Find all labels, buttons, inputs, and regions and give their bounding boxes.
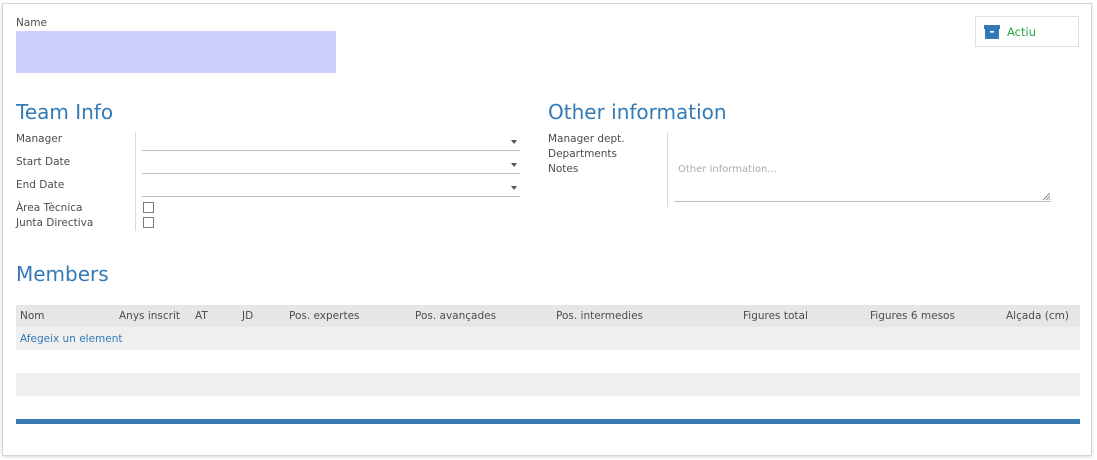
team-info-title: Team Info [16,100,114,124]
manager-dept-label: Manager dept. [548,133,625,145]
team-info-divider [135,132,136,231]
start-date-field[interactable] [142,156,520,174]
start-date-label: Start Date [16,156,71,168]
area-tecnica-checkbox[interactable] [143,202,154,213]
column-header-figures-total[interactable]: Figures total [743,310,808,322]
name-input[interactable] [16,31,336,73]
column-header-anys-inscrit[interactable]: Anys inscrit [119,310,180,322]
column-header-pos-intermedies[interactable]: Pos. intermedies [556,310,643,322]
notes-label: Notes [548,163,579,175]
notes-textarea[interactable] [674,160,1051,202]
manager-label: Manager [16,133,63,145]
departments-label: Departments [548,148,618,160]
name-label: Name [16,17,47,29]
area-tecnica-label: Àrea Tècnica [16,202,83,214]
add-element-link[interactable]: Afegeix un element [20,333,123,345]
table-row [16,373,1080,396]
column-header-alcada[interactable]: Alçada (cm) [1006,310,1069,322]
chevron-down-icon [511,163,517,167]
junta-directiva-checkbox[interactable] [143,217,154,228]
members-title: Members [16,262,109,286]
manager-select[interactable] [142,133,520,151]
column-header-jd[interactable]: JD [242,310,253,322]
status-label: Actiu [1007,24,1036,39]
table-row: Afegeix un element [16,327,1080,350]
other-information-title: Other information [548,100,727,124]
active-status-button[interactable]: Actiu [975,16,1079,47]
other-info-divider [667,132,668,207]
column-header-pos-expertes[interactable]: Pos. expertes [289,310,360,322]
junta-directiva-label: Junta Directiva [16,217,94,229]
table-footer-bar [16,419,1080,424]
members-table-header: Nom Anys inscrit AT JD Pos. expertes Pos… [16,305,1080,327]
column-header-pos-avancades[interactable]: Pos. avançades [415,310,496,322]
archive-box-icon [984,24,1000,39]
column-header-figures-6-mesos[interactable]: Figures 6 mesos [870,310,955,322]
end-date-field[interactable] [142,179,520,197]
chevron-down-icon [511,186,517,190]
end-date-label: End Date [16,179,65,191]
form-sheet: Name Actiu Team Info Manager Start Date … [2,3,1092,456]
column-header-nom[interactable]: Nom [20,310,45,322]
column-header-at[interactable]: AT [195,310,208,322]
chevron-down-icon [511,140,517,144]
resize-handle-icon[interactable] [1042,192,1050,200]
